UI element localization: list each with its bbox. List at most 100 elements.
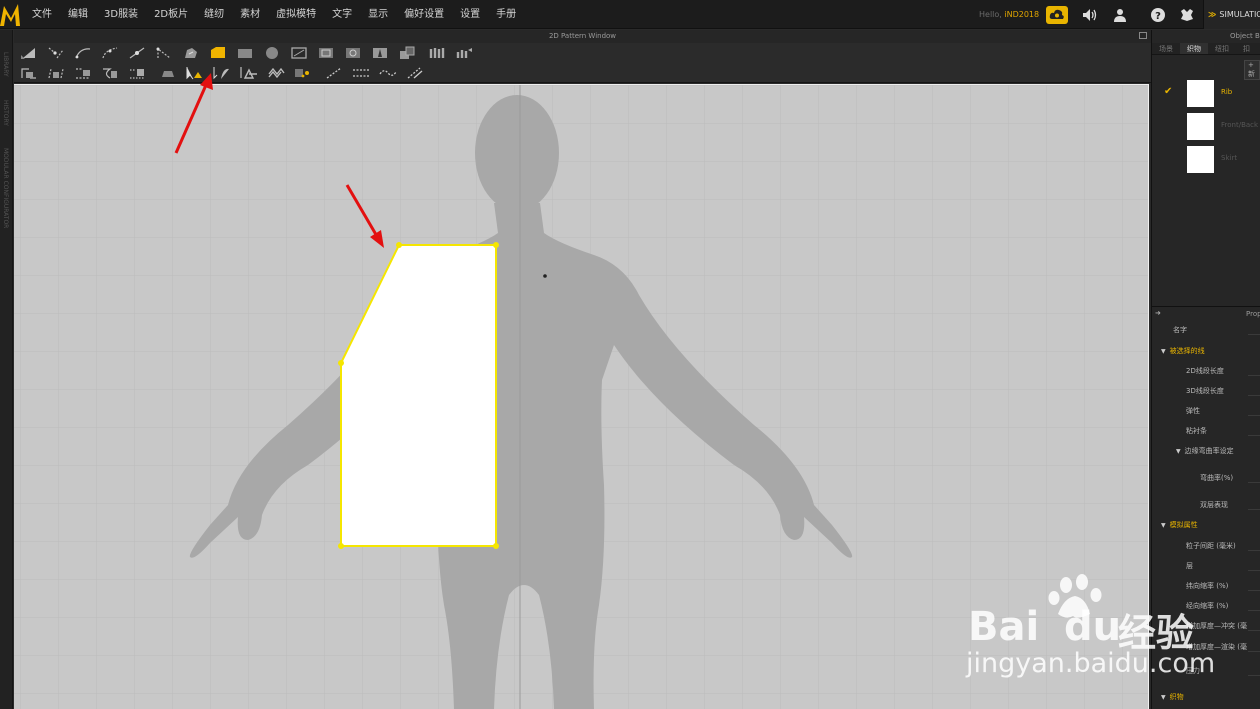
help-icon[interactable]: ? <box>1149 6 1167 24</box>
vertex-point[interactable] <box>396 242 402 248</box>
dart-icon[interactable] <box>369 45 391 61</box>
cloud-sync-icon[interactable] <box>1046 6 1068 24</box>
object-browser-tab[interactable]: 纽扣 <box>1208 43 1236 54</box>
property-value-field[interactable] <box>1248 590 1260 591</box>
menu-item[interactable]: 文件 <box>24 0 60 29</box>
property-section[interactable]: ▼ 边缘弯曲率设定 <box>1152 446 1260 456</box>
menu-item[interactable]: 虚拟模特 <box>268 0 324 29</box>
property-value-field[interactable] <box>1248 550 1260 551</box>
vertex-point[interactable] <box>493 543 499 549</box>
free-sewing-icon[interactable] <box>45 65 67 81</box>
property-row[interactable]: 名字 <box>1152 325 1260 335</box>
vertex-point[interactable] <box>338 543 344 549</box>
puckering-icon[interactable] <box>404 65 426 81</box>
property-label: 2D线段长度 <box>1186 367 1224 375</box>
property-value-field[interactable] <box>1248 395 1260 396</box>
vertex-point[interactable] <box>493 242 499 248</box>
internal-polygon-icon[interactable] <box>180 45 202 61</box>
property-row[interactable]: 粘衬条 <box>1152 426 1260 436</box>
expand-triangle-icon[interactable]: ▼ <box>1161 694 1166 701</box>
rectangle-icon[interactable] <box>234 45 256 61</box>
trim-icon[interactable] <box>454 45 476 61</box>
edit-pattern-icon[interactable] <box>153 45 175 61</box>
circle-icon[interactable] <box>261 45 283 61</box>
buttonhole-icon[interactable] <box>265 65 287 81</box>
fold-pattern-icon[interactable] <box>207 45 229 61</box>
topstitch-icon[interactable] <box>292 65 314 81</box>
curve-point-icon[interactable] <box>99 45 121 61</box>
fabric-item[interactable]: Skirt <box>1152 143 1260 176</box>
vertex-point[interactable] <box>338 360 344 366</box>
property-row[interactable]: 层 <box>1152 561 1260 571</box>
property-value-field[interactable] <box>1248 610 1260 611</box>
main-menu: 文件 编辑 3D服装 2D板片 缝纫 素材 虚拟模特 文字 显示 偏好设置 设置 手册 <box>24 0 524 29</box>
property-section[interactable]: ▼ 模拟属性 <box>1152 520 1260 530</box>
property-section[interactable]: ▼ 织物 <box>1152 692 1260 702</box>
library-tab[interactable]: LIBRARY <box>2 52 9 77</box>
property-row[interactable]: 粒子间距 (毫米) <box>1152 541 1260 551</box>
annotation-arrow-toolbar <box>174 73 213 154</box>
property-value-field[interactable] <box>1248 651 1260 652</box>
expand-triangle-icon[interactable]: ▼ <box>1161 348 1166 355</box>
seam-taping-icon[interactable] <box>396 45 418 61</box>
property-value-field[interactable] <box>1248 334 1260 335</box>
fabric-item[interactable]: Front/Back <box>1152 110 1260 143</box>
expand-triangle-icon[interactable]: ▼ <box>1176 448 1181 455</box>
menu-item[interactable]: 缝纫 <box>196 0 232 29</box>
menu-item[interactable]: 3D服装 <box>96 0 146 29</box>
menu-item[interactable]: 偏好设置 <box>396 0 452 29</box>
object-browser-tab[interactable]: 扣 <box>1236 43 1257 54</box>
menu-item[interactable]: 手册 <box>488 0 524 29</box>
segment-sewing-icon[interactable] <box>18 65 40 81</box>
zipper-icon[interactable] <box>377 65 399 81</box>
object-browser-tab[interactable]: 织物 <box>1180 43 1208 54</box>
property-row[interactable]: 弯曲率(%) <box>1152 473 1260 483</box>
settings-icon[interactable] <box>1178 6 1196 24</box>
menu-item[interactable]: 显示 <box>360 0 396 29</box>
history-tab[interactable]: HISTORY <box>2 100 9 126</box>
internal-rectangle-icon[interactable] <box>315 45 337 61</box>
fabric-item[interactable]: ✔ Rib <box>1152 77 1260 110</box>
property-value-field[interactable] <box>1248 415 1260 416</box>
menu-item[interactable]: 设置 <box>452 0 488 29</box>
sewing-tape-icon[interactable] <box>126 65 148 81</box>
property-row[interactable]: 双层表现 <box>1152 500 1260 510</box>
m-n-sewing-icon[interactable] <box>99 65 121 81</box>
property-value-field[interactable] <box>1248 482 1260 483</box>
property-value-field[interactable] <box>1248 435 1260 436</box>
transform-pattern-icon[interactable] <box>18 45 40 61</box>
edit-curvature-icon[interactable] <box>72 45 94 61</box>
property-value-field[interactable] <box>1248 630 1260 631</box>
expand-triangle-icon[interactable]: ▼ <box>1161 522 1166 529</box>
property-value-field[interactable] <box>1248 375 1260 376</box>
menu-item[interactable]: 素材 <box>232 0 268 29</box>
modular-configurator-tab[interactable]: MODULAR CONFIGURATOR <box>2 148 9 228</box>
user-icon[interactable] <box>1112 6 1128 24</box>
object-browser-tab[interactable]: 场景 <box>1152 43 1180 54</box>
property-row[interactable]: 2D线段长度 <box>1152 366 1260 376</box>
gathering-icon[interactable] <box>427 45 449 61</box>
property-section[interactable]: ▼ 被选择的线 <box>1152 346 1260 356</box>
simulation-button[interactable]: ≫ SIMULATIO <box>1203 0 1260 29</box>
free-topstitch-icon[interactable] <box>323 65 345 81</box>
internal-circle-icon[interactable] <box>342 45 364 61</box>
check-sewing-icon[interactable] <box>72 65 94 81</box>
property-label: 粘衬条 <box>1186 427 1207 435</box>
fabric-name: Skirt <box>1221 154 1238 162</box>
button-icon[interactable] <box>238 65 260 81</box>
maximize-icon[interactable] <box>1139 32 1147 39</box>
speaker-icon[interactable] <box>1081 6 1099 24</box>
piping-icon[interactable] <box>350 65 372 81</box>
property-value-field[interactable] <box>1248 509 1260 510</box>
polygon-icon[interactable] <box>288 45 310 61</box>
property-label: 织物 <box>1169 693 1184 701</box>
menu-item[interactable]: 2D板片 <box>146 0 196 29</box>
property-value-field[interactable] <box>1248 675 1260 676</box>
add-point-icon[interactable] <box>126 45 148 61</box>
property-row[interactable]: 弹性 <box>1152 406 1260 416</box>
property-value-field[interactable] <box>1248 570 1260 571</box>
menu-item[interactable]: 文字 <box>324 0 360 29</box>
menu-item[interactable]: 编辑 <box>60 0 96 29</box>
edit-point-icon[interactable] <box>45 45 67 61</box>
property-row[interactable]: 3D线段长度 <box>1152 386 1260 396</box>
